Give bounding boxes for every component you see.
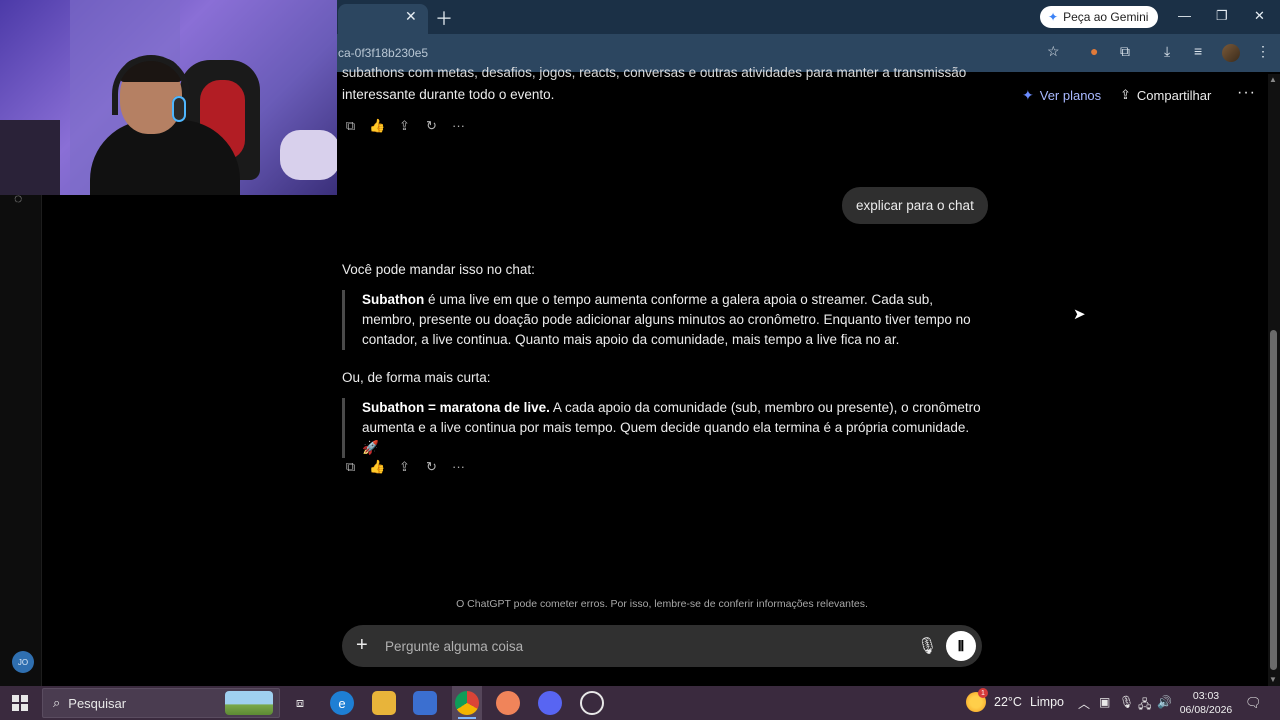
file-explorer-icon[interactable] [372,691,396,715]
message-composer: + 🎙 ⦀ [342,625,982,667]
more-options-icon[interactable]: ··· [1237,84,1256,102]
weather-badge: 1 [978,688,988,698]
active-app-indicator [458,717,476,719]
weather-condition: Limpo [1029,695,1064,709]
user-avatar[interactable]: JO [12,651,34,673]
clock-time: 03:03 [1192,690,1220,702]
extension-icon[interactable]: ● [1090,43,1098,59]
taskbar-search[interactable]: ⌕ Pesquisar [42,688,280,718]
microsoft-store-icon[interactable] [413,691,437,715]
blockquote-long: Subathon é uma live em que o tempo aumen… [342,290,982,350]
microphone-icon[interactable]: 🎙 [917,636,937,656]
regenerate-icon[interactable]: ↻ [423,117,440,134]
webcam-pillow [280,130,337,180]
feedback-thumbs-icon[interactable]: 👍 [369,117,386,134]
sidebar-rail [0,195,42,686]
microphone-tray-icon[interactable]: 🎙 [1119,695,1134,709]
feedback-thumbs-icon[interactable]: 👍 [369,458,386,475]
more-icon[interactable]: ··· [450,117,467,134]
media-control-icon[interactable]: ≡ [1194,43,1202,59]
share-icon: ⇪ [1120,87,1131,102]
address-bar-url[interactable]: ca-0f3f18b230e5 [338,46,428,60]
edge-browser-icon[interactable]: e [330,691,354,715]
add-attachment-icon[interactable]: + [356,634,368,657]
copy-icon[interactable]: ⧉ [342,117,359,134]
profile-avatar[interactable] [1222,44,1240,62]
tray-app-icon[interactable]: ▣ [1099,695,1110,709]
new-tab-button[interactable]: ＋ [435,5,453,31]
search-highlight-image [225,691,273,715]
clock-date: 06/08/2026 [1179,704,1233,716]
sparkle-icon: ✦ [1022,87,1034,103]
show-hidden-icons-icon[interactable]: ︿ [1078,695,1090,712]
message-actions: ⧉ 👍 ⇪ ↻ ··· [342,117,467,134]
ver-planos-label: Ver planos [1039,88,1102,103]
close-window-icon[interactable]: ✕ [1254,8,1265,24]
ver-planos-button[interactable]: ✦ Ver planos [1022,87,1101,104]
download-icon[interactable]: ⤓ [1164,43,1170,60]
weather-sun-icon: 1 [966,688,988,712]
previous-message-line: subathons com metas, desafios, jogos, re… [342,65,967,80]
scroll-up-icon[interactable]: ▲ [1269,75,1277,84]
webcam-background-shelf [0,120,60,195]
assistant-short-intro: Ou, de forma mais curta: [342,370,491,385]
assistant-intro: Você pode mandar isso no chat: [342,262,535,277]
disclaimer-text: O ChatGPT pode cometer erros. Por isso, … [456,598,868,610]
screen: ✕ ＋ ✦ Peça ao Gemini — ❐ ✕ ca-0f3f18b230… [0,0,1280,720]
scroll-down-icon[interactable]: ▼ [1269,675,1277,684]
windows-start-icon[interactable] [12,695,28,711]
task-view-icon[interactable]: ⧈ [288,691,312,715]
regenerate-icon[interactable]: ↻ [423,458,440,475]
app-swirl-icon[interactable] [496,691,520,715]
voice-mode-button[interactable]: ⦀ [946,631,976,661]
notifications-icon[interactable]: 🗨 [1245,695,1262,711]
tab-close-icon[interactable]: ✕ [405,8,417,25]
ask-gemini-label: Peça ao Gemini [1063,10,1149,24]
webcam-overlay [0,0,337,195]
weather-temp: 22°C [994,695,1022,709]
quote-bold: Subathon = maratona de live. [362,400,550,415]
mouse-cursor-icon: ➤ [1073,306,1086,323]
ask-gemini-button[interactable]: ✦ Peça ao Gemini [1040,6,1159,28]
more-icon[interactable]: ··· [450,458,467,475]
search-chats-icon[interactable]: ◌ [14,190,22,206]
scrollbar-thumb[interactable] [1270,330,1277,670]
blockquote-short: Subathon = maratona de live. A cada apoi… [342,398,982,458]
message-actions: ⧉ 👍 ⇪ ↻ ··· [342,458,467,475]
user-message-bubble: explicar para o chat [842,187,988,224]
previous-message-line: interessante durante todo o evento. [342,87,555,102]
volume-icon[interactable]: 🔊 [1157,695,1172,709]
network-icon[interactable]: 🖧 [1138,695,1151,716]
weather-widget[interactable]: 1 22°C Limpo [966,688,1064,712]
browser-menu-icon[interactable]: ⋮ [1256,43,1270,60]
taskbar-search-label: Pesquisar [68,695,127,711]
webcam-headset-earcup [172,96,186,122]
search-icon: ⌕ [53,695,61,710]
chrome-icon[interactable] [455,691,479,715]
discord-icon[interactable] [538,691,562,715]
performance-overlay-icon[interactable] [580,691,604,715]
bookmark-star-icon[interactable]: ☆ [1047,43,1060,60]
share-label: Compartilhar [1136,87,1212,103]
quote-text: é uma live em que o tempo aumenta confor… [362,292,971,347]
extensions-puzzle-icon[interactable]: ⧉ [1120,43,1130,60]
previous-assistant-message: subathons com metas, desafios, jogos, re… [342,62,982,106]
share-button[interactable]: ⇪ Compartilhar [1120,87,1211,103]
restore-icon[interactable]: ❐ [1216,8,1228,24]
system-clock[interactable]: 03:03 06/08/2026 [1178,689,1234,717]
quote-bold: Subathon [362,292,425,307]
share-message-icon[interactable]: ⇪ [396,458,413,475]
prompt-input[interactable] [385,625,905,667]
minimize-icon[interactable]: — [1178,8,1191,23]
gemini-sparkle-icon: ✦ [1048,10,1059,24]
copy-icon[interactable]: ⧉ [342,458,359,475]
share-message-icon[interactable]: ⇪ [396,117,413,134]
